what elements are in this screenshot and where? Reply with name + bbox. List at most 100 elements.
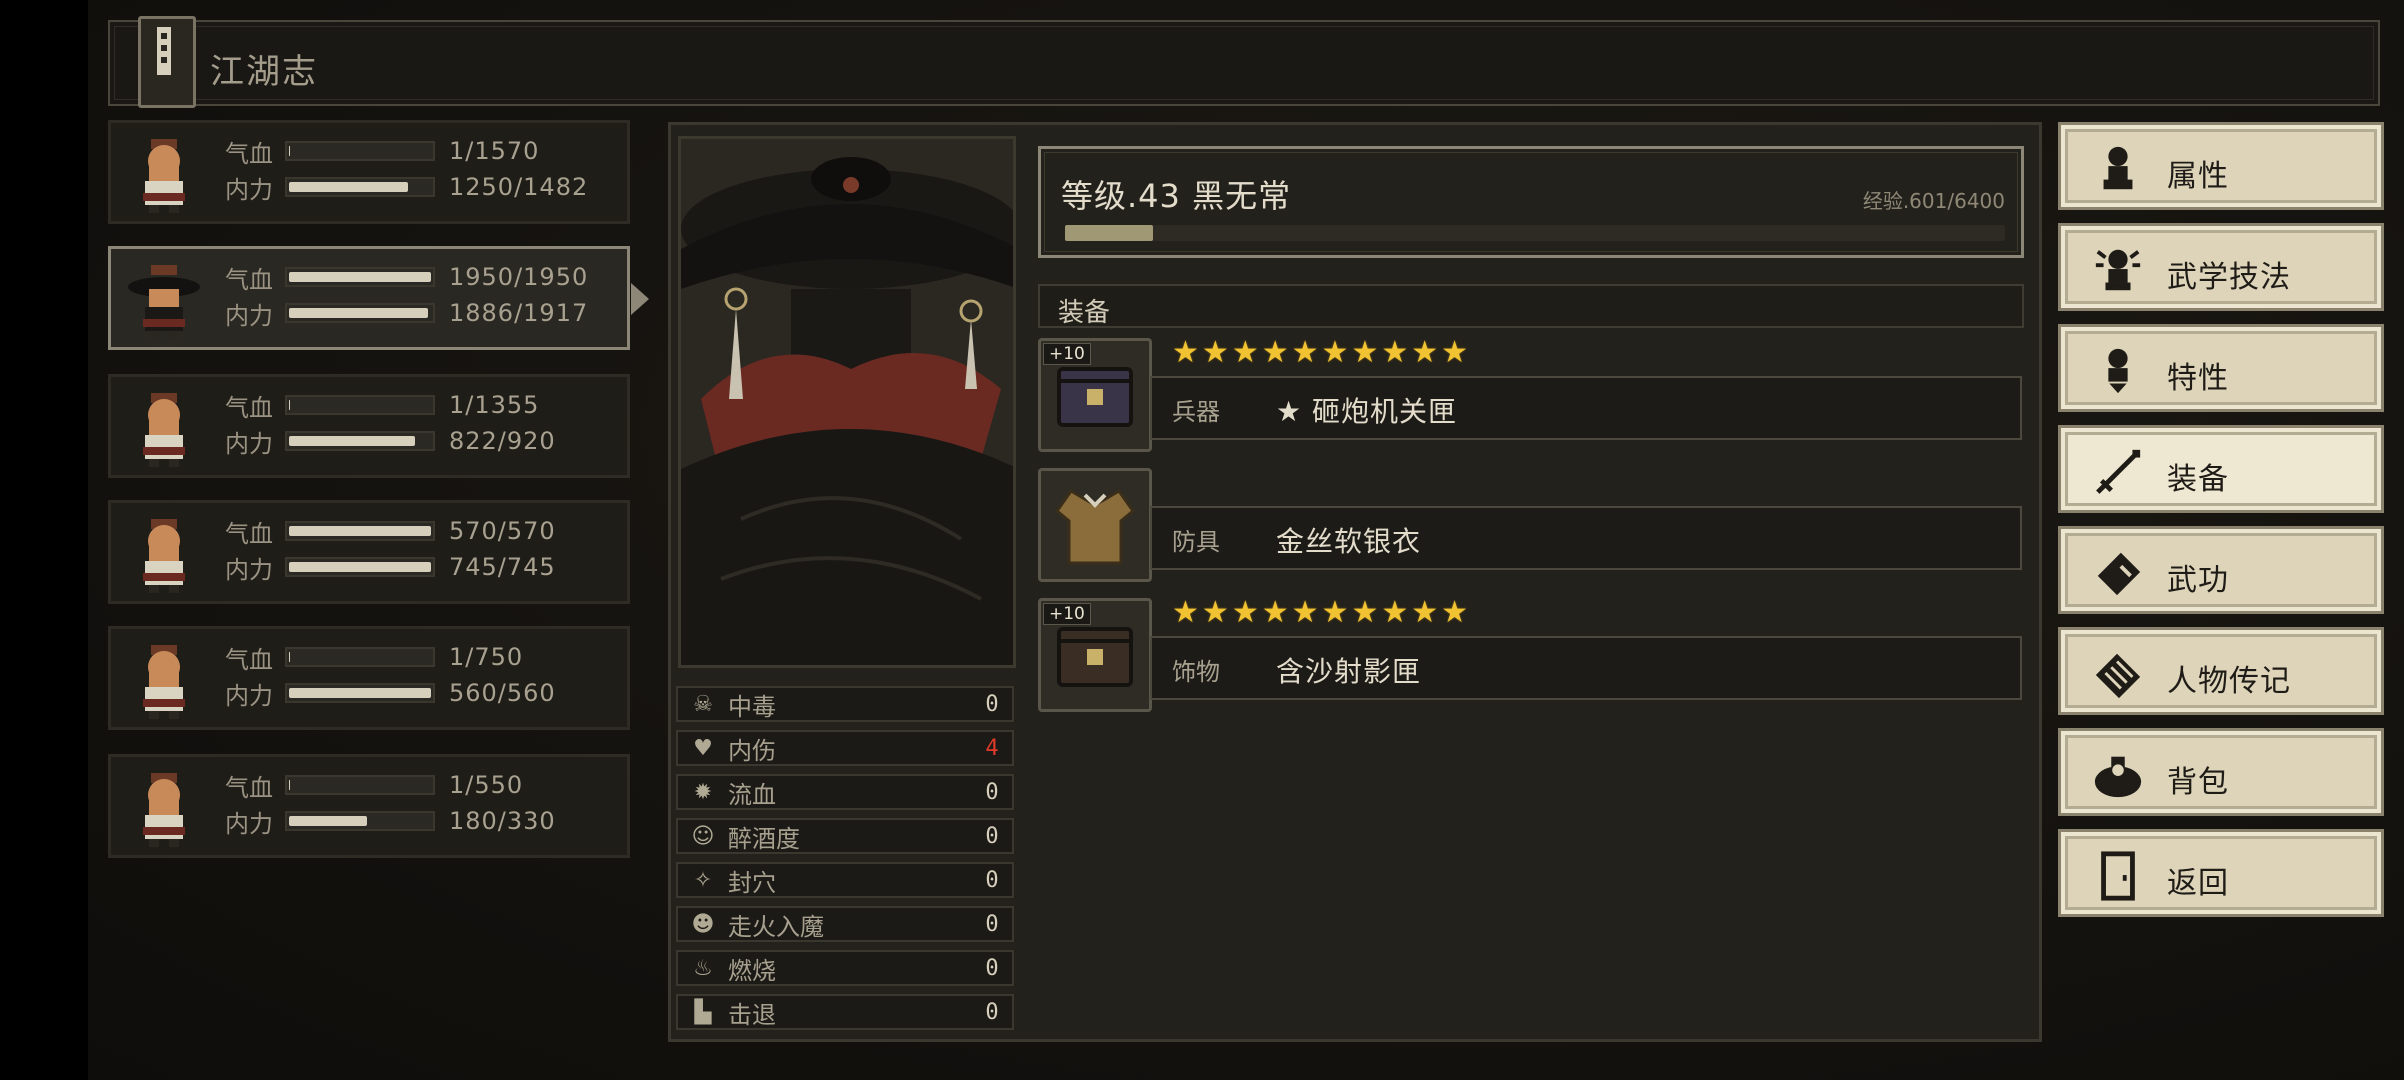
scroll-icon xyxy=(2095,653,2141,699)
hp-bar xyxy=(285,395,435,415)
mp-value: 745/745 xyxy=(449,553,556,581)
hp-label: 气血 xyxy=(225,773,273,802)
equipment-type-label: 防具 xyxy=(1172,528,1220,556)
equipment-type-label: 兵器 xyxy=(1172,398,1220,426)
equipment-slot-icon[interactable]: +10 xyxy=(1038,338,1152,452)
star-rating: ★ ★ ★ ★ ★ ★ ★ ★ ★ ★ xyxy=(1172,597,1468,629)
hp-bar xyxy=(285,521,435,541)
party-member-card[interactable]: 气血 1950/1950 内力 1886/1917 xyxy=(108,246,649,350)
party-member-card[interactable]: 气血 570/570 内力 745/745 xyxy=(108,500,630,604)
party-member-card[interactable]: 气血 1/750 内力 560/560 xyxy=(108,626,630,730)
hp-bar xyxy=(285,267,435,287)
star-icon: ★ xyxy=(1172,335,1199,370)
hp-row: 气血 1950/1950 xyxy=(225,261,589,294)
fire-icon: ♨ xyxy=(693,955,713,981)
equipment-item-row[interactable]: 兵器 ★ 砸炮机关匣 xyxy=(1150,376,2022,440)
party-member-avatar xyxy=(125,513,203,593)
menu-button[interactable]: 属性 xyxy=(2058,122,2384,210)
level-title: 等级.43 黑无常 xyxy=(1061,177,1292,215)
star-icon: ★ xyxy=(1321,335,1349,370)
party-member-avatar xyxy=(125,387,203,467)
party-member-card[interactable]: 气血 1/1570 内力 1250/1482 xyxy=(108,120,630,224)
party-member-card[interactable]: 气血 1/1355 内力 822/920 xyxy=(108,374,630,478)
exp-bar xyxy=(1065,225,2005,241)
hp-row: 气血 1/550 xyxy=(225,769,523,802)
status-value: 0 xyxy=(985,955,999,981)
hp-label: 气血 xyxy=(225,645,273,674)
status-value: 0 xyxy=(985,691,999,717)
mp-row: 内力 180/330 xyxy=(225,805,556,838)
sword-icon xyxy=(2096,449,2141,494)
equipment-item-row[interactable]: 饰物 含沙射影匣 xyxy=(1150,636,2022,700)
menu-button[interactable]: 武学技法 xyxy=(2058,223,2384,311)
status-row: ☻ 走火入魔 0 xyxy=(676,906,1014,942)
star-icon: ★ xyxy=(1441,335,1469,370)
star-icon: ★ xyxy=(1441,595,1469,630)
mp-row: 内力 745/745 xyxy=(225,551,556,584)
mp-bar xyxy=(285,303,435,323)
party-member-avatar xyxy=(125,639,203,719)
star-icon: ★ xyxy=(1351,335,1379,370)
menu-button-label: 返回 xyxy=(2167,866,2229,901)
hp-value: 1/750 xyxy=(449,643,524,671)
status-label: 流血 xyxy=(728,780,776,809)
status-row: ♨ 燃烧 0 xyxy=(676,950,1014,986)
star-icon: ★ xyxy=(1411,595,1439,630)
star-icon: ★ xyxy=(1261,595,1289,630)
hp-row: 气血 1/1570 xyxy=(225,135,539,168)
hp-label: 气血 xyxy=(225,265,273,294)
menu-button[interactable]: 特性 xyxy=(2058,324,2384,412)
mp-label: 内力 xyxy=(225,809,273,838)
equipment-slot-icon[interactable]: +10 xyxy=(1038,598,1152,712)
character-portrait xyxy=(678,136,1016,668)
menu-button-label: 装备 xyxy=(2167,462,2229,497)
star-icon: ★ xyxy=(1291,335,1319,370)
selected-arrow-icon xyxy=(631,283,649,315)
bag-icon xyxy=(2094,756,2142,798)
hp-value: 570/570 xyxy=(449,517,556,545)
hp-value: 1950/1950 xyxy=(449,263,589,291)
status-value: 0 xyxy=(985,911,999,937)
equipment-name: 含沙射影匣 xyxy=(1276,655,1422,688)
menu-button[interactable]: 返回 xyxy=(2058,829,2384,917)
mp-value: 822/920 xyxy=(449,427,556,455)
star-icon: ★ xyxy=(1381,335,1409,370)
menu-button[interactable]: 背包 xyxy=(2058,728,2384,816)
mp-label: 内力 xyxy=(225,301,273,330)
star-rating: ★ ★ ★ ★ ★ ★ ★ ★ ★ ★ xyxy=(1172,337,1468,369)
menu-button[interactable]: 人物传记 xyxy=(2058,627,2384,715)
equipment-item-row[interactable]: 防具 金丝软银衣 xyxy=(1150,506,2022,570)
level-box: 等级.43 黑无常 经验.601/6400 xyxy=(1038,146,2024,258)
mp-label: 内力 xyxy=(225,555,273,584)
mp-value: 560/560 xyxy=(449,679,556,707)
broken-heart-icon: ♥ xyxy=(693,735,713,761)
mp-bar-fill xyxy=(289,308,429,318)
star-icon: ★ xyxy=(1381,595,1409,630)
status-label: 中毒 xyxy=(728,692,776,721)
status-label: 封穴 xyxy=(728,868,776,897)
status-value: 0 xyxy=(985,823,999,849)
menu-button[interactable]: 武功 xyxy=(2058,526,2384,614)
demon-face-icon: ☻ xyxy=(691,911,715,937)
menu-button-label: 属性 xyxy=(2167,159,2229,194)
mp-label: 内力 xyxy=(225,429,273,458)
status-row: ♥ 内伤 4 xyxy=(676,730,1014,766)
party-member-card[interactable]: 气血 1/550 内力 180/330 xyxy=(108,754,630,858)
boot-icon: ▙ xyxy=(694,999,712,1025)
menu-button-label: 特性 xyxy=(2167,361,2229,396)
mp-bar-fill xyxy=(289,436,416,446)
menu-button[interactable]: 装备 xyxy=(2058,425,2384,513)
hp-row: 气血 570/570 xyxy=(225,515,556,548)
menu-button-label: 人物传记 xyxy=(2167,664,2291,699)
mp-label: 内力 xyxy=(225,175,273,204)
equipment-slot-icon[interactable] xyxy=(1038,468,1152,582)
status-row: ✧ 封穴 0 xyxy=(676,862,1014,898)
mp-bar xyxy=(285,811,435,831)
star-icon: ★ xyxy=(1201,335,1229,370)
status-row: ▙ 击退 0 xyxy=(676,994,1014,1030)
mp-bar-fill xyxy=(289,688,431,698)
mp-value: 180/330 xyxy=(449,807,556,835)
mp-bar xyxy=(285,177,435,197)
status-label: 醉酒度 xyxy=(728,824,800,853)
status-value: 0 xyxy=(985,867,999,893)
